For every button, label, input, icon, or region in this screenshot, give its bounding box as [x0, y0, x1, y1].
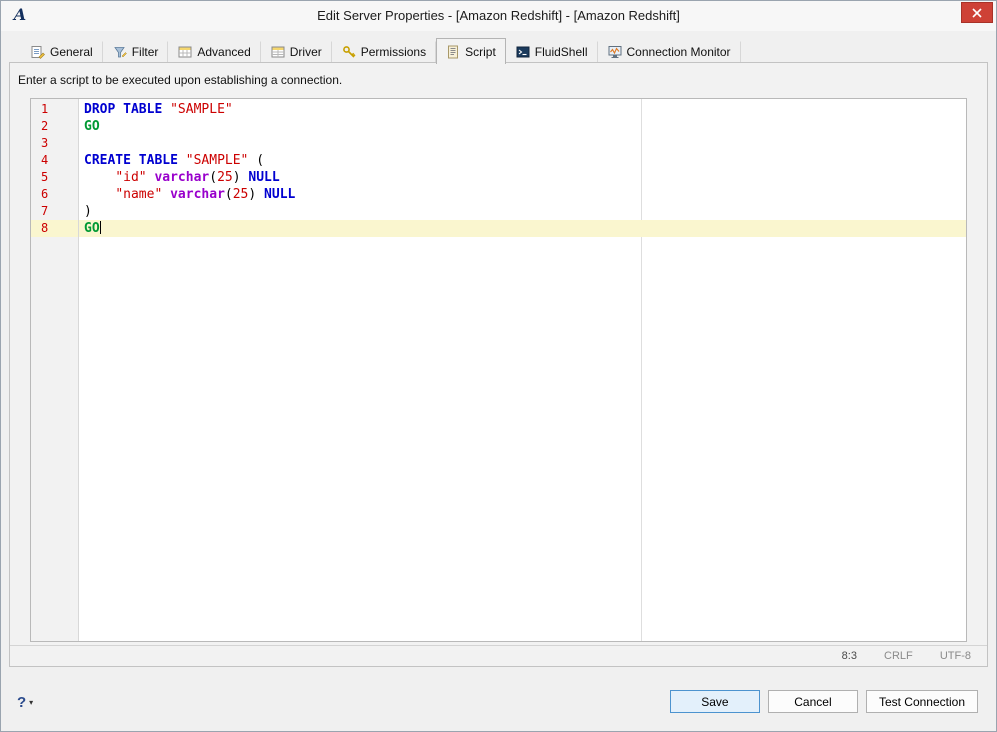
app-logo-icon: A	[13, 5, 27, 24]
editor-gutter: 1 2 3 4 5 6 7 8	[31, 99, 79, 641]
advanced-icon	[178, 45, 192, 59]
general-icon	[31, 45, 45, 59]
permissions-icon	[342, 45, 356, 59]
line-number: 7	[41, 204, 49, 218]
code-line[interactable]: DROP TABLE "SAMPLE"	[79, 101, 966, 118]
tab-label: FluidShell	[534, 45, 588, 59]
line-number: 2	[41, 119, 49, 133]
dialog-footer: ? ▾ Save Cancel Test Connection	[1, 667, 996, 731]
script-editor[interactable]: 12345678 DROP TABLE "SAMPLE" GO CREATE TAB…	[30, 98, 967, 642]
code-line[interactable]	[79, 135, 966, 152]
chevron-down-icon: ▾	[29, 697, 34, 707]
tab-permissions[interactable]: Permissions	[332, 41, 437, 63]
tab-advanced[interactable]: Advanced	[168, 41, 261, 63]
tab-label: Permissions	[360, 45, 427, 59]
edit-server-properties-dialog: A Edit Server Properties - [Amazon Redsh…	[0, 0, 997, 732]
help-icon: ?	[17, 693, 27, 711]
tab-label: Filter	[131, 45, 159, 59]
code-line[interactable]: GO	[79, 118, 966, 135]
editor-status-bar: 8:3 CRLF UTF-8	[10, 645, 987, 666]
code-line[interactable]: "name" varchar(25) NULL	[79, 186, 966, 203]
tab-fluidshell[interactable]: FluidShell	[506, 41, 598, 63]
code-line[interactable]: "id" varchar(25) NULL	[79, 169, 966, 186]
tab-label: Script	[465, 45, 496, 59]
code-line[interactable]: CREATE TABLE "SAMPLE" (	[79, 152, 966, 169]
close-icon	[972, 7, 982, 18]
test-connection-button[interactable]: Test Connection	[865, 690, 978, 713]
help-button[interactable]: ? ▾	[17, 691, 33, 713]
tab-connection-monitor[interactable]: Connection Monitor	[598, 41, 741, 63]
tab-label: Connection Monitor	[626, 45, 731, 59]
tab-label: Driver	[289, 45, 322, 59]
action-buttons: Save Cancel Test Connection	[669, 690, 978, 713]
line-ending-indicator: CRLF	[884, 650, 913, 662]
cancel-button[interactable]: Cancel	[767, 690, 858, 713]
script-icon	[446, 45, 460, 59]
tab-script[interactable]: Script	[436, 38, 506, 64]
tab-filter[interactable]: Filter	[103, 41, 169, 63]
text-caret	[99, 221, 101, 234]
line-number: 5	[41, 170, 49, 184]
tab-general[interactable]: General	[21, 41, 103, 63]
instruction-text: Enter a script to be executed upon estab…	[18, 73, 343, 87]
tab-driver[interactable]: Driver	[261, 41, 332, 63]
line-number: 1	[41, 102, 49, 116]
tab-label: Advanced	[197, 45, 251, 59]
editor-code-area[interactable]: DROP TABLE "SAMPLE" GO CREATE TABLE "SAMPL…	[79, 99, 966, 641]
connection-monitor-icon	[608, 45, 622, 59]
line-number: 8	[31, 220, 78, 237]
line-number: 3	[41, 136, 49, 150]
window-title: Edit Server Properties - [Amazon Redshif…	[317, 8, 680, 23]
title-bar: A Edit Server Properties - [Amazon Redsh…	[1, 1, 996, 31]
editor-code: DROP TABLE "SAMPLE" GO CREATE TABLE "SAMPL…	[79, 101, 966, 237]
script-tab-panel: Enter a script to be executed upon estab…	[9, 62, 988, 667]
fluidshell-icon	[516, 45, 530, 59]
line-number: 4	[41, 153, 49, 167]
tab-label: General	[50, 45, 93, 59]
driver-icon	[271, 45, 285, 59]
line-number: 6	[41, 187, 49, 201]
tab-bar: General Filter Advanced Driver Permissio…	[9, 38, 988, 64]
encoding-indicator: UTF-8	[939, 650, 971, 662]
filter-icon	[113, 45, 127, 59]
caret-position: 8:3	[841, 650, 857, 662]
save-button[interactable]: Save	[669, 690, 760, 713]
code-line[interactable]: )	[79, 203, 966, 220]
code-line[interactable]: GO	[79, 220, 966, 237]
close-button[interactable]	[961, 2, 993, 23]
